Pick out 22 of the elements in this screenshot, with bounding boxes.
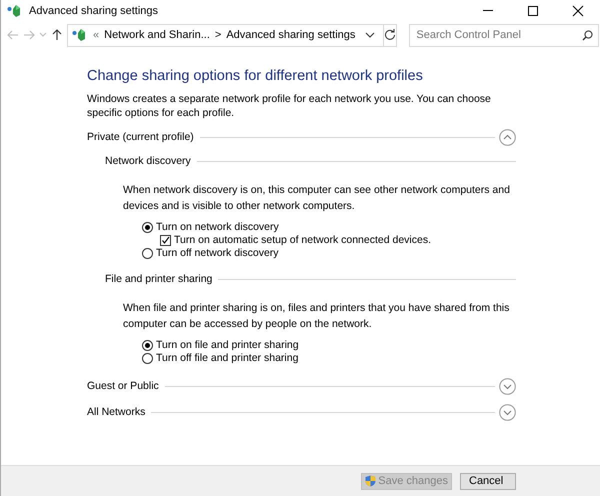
- option-label[interactable]: Turn on file and printer sharing: [156, 338, 299, 354]
- description-text: Windows creates a separate network profile for each network you use. You can choose specific options for each profile.: [87, 92, 492, 120]
- page-heading: Change sharing options for different network profiles: [87, 68, 424, 86]
- section-description: When file and printer sharing is on, files and printers that you have shared from this computer can be accessed by people on the network.: [123, 301, 510, 332]
- section-title: File and printer sharing: [105, 272, 212, 287]
- window-title: Advanced sharing settings: [29, 4, 158, 19]
- breadcrumb-item[interactable]: Advanced sharing settings: [226, 26, 356, 44]
- option-label[interactable]: Turn on network discovery: [156, 220, 279, 236]
- option-label[interactable]: Turn off file and printer sharing: [156, 351, 298, 367]
- breadcrumb-separator: >: [214, 28, 222, 43]
- section-description: When network discovery is on, this computer can see other network computers and devices and is visible to other network computers.: [123, 183, 511, 214]
- section-title: Network discovery: [105, 154, 191, 169]
- overflow-indicator[interactable]: «: [93, 26, 100, 44]
- profile-title[interactable]: All Networks: [87, 405, 146, 421]
- address-bar[interactable]: « Network and Sharin... > Advanced sharing settings: [67, 24, 384, 46]
- search-field[interactable]: Search Control Panel: [409, 24, 600, 46]
- profile-title[interactable]: Private (current profile): [87, 130, 194, 146]
- option-label[interactable]: Turn off network discovery: [156, 246, 279, 262]
- footer-button[interactable]: Cancel: [460, 472, 516, 490]
- option-label[interactable]: Turn on automatic setup of network connected devices.: [174, 233, 432, 249]
- profile-title[interactable]: Guest or Public: [87, 379, 159, 395]
- breadcrumb-item[interactable]: Network and Sharin...: [104, 26, 210, 44]
